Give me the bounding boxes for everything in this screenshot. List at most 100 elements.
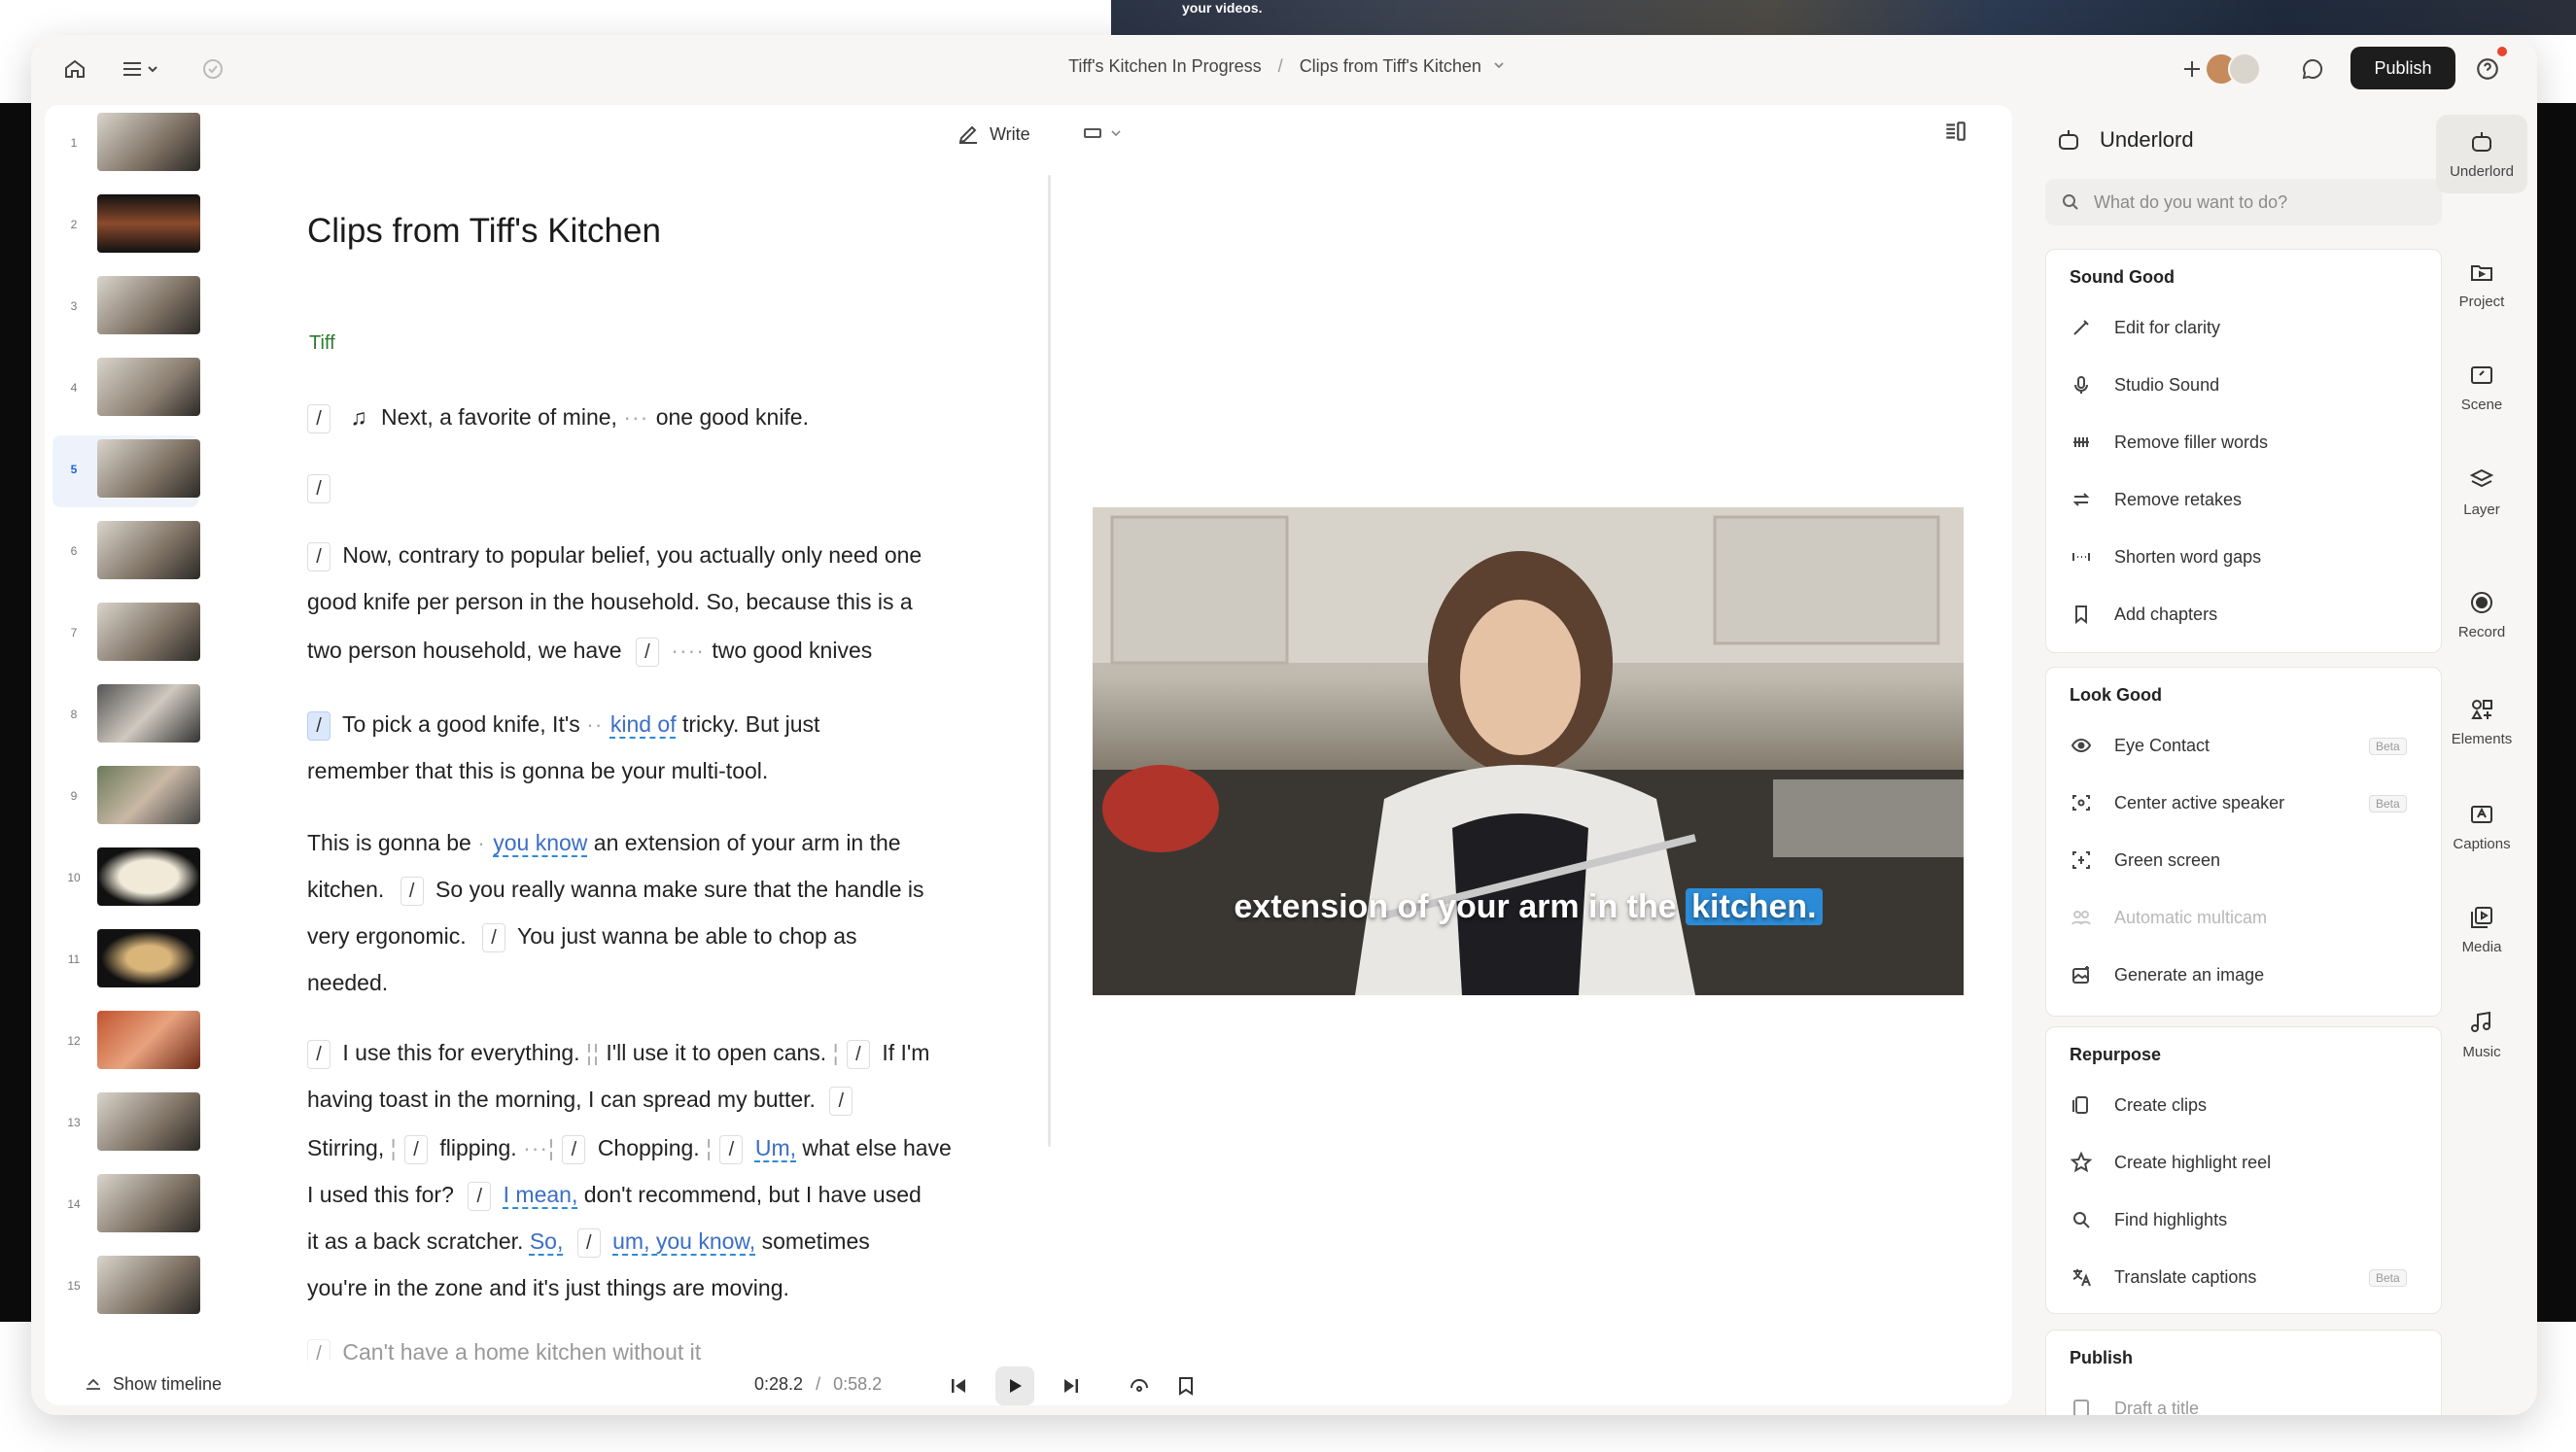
transcript-line[interactable]: remember that this is gonna be your mult… <box>307 758 768 784</box>
rail-project[interactable]: Project <box>2426 259 2537 310</box>
scene-thumb-6[interactable]: 6 <box>52 517 200 589</box>
breadcrumb-composition[interactable]: Clips from Tiff's Kitchen <box>1300 56 1481 76</box>
studio-sound-item[interactable]: Studio Sound <box>2070 373 2219 397</box>
doc-title[interactable]: Clips from Tiff's Kitchen <box>307 212 661 251</box>
gap-marker[interactable]: ¦ <box>391 1135 404 1160</box>
transcript-text[interactable]: I used this for? <box>307 1182 454 1207</box>
loop-button[interactable] <box>1120 1366 1159 1405</box>
gap-marker[interactable]: ¦¦ <box>586 1040 600 1065</box>
comment-icon[interactable] <box>2298 54 2327 84</box>
transcript-text[interactable]: Next, a favorite of mine, <box>381 404 617 430</box>
scene-break-marker[interactable]: / <box>846 1040 870 1069</box>
transcript-line[interactable]: I used this for? / I mean, don't recomme… <box>307 1182 922 1211</box>
gap-marker[interactable]: ¦ <box>833 1040 847 1065</box>
transcript-text[interactable]: one good knife. <box>656 404 809 430</box>
translate-captions-item[interactable]: Translate captions <box>2070 1265 2256 1289</box>
transcript-line[interactable]: good knife per person in the household. … <box>307 589 913 615</box>
transcript-text[interactable]: Chopping. <box>598 1135 700 1160</box>
scene-thumb-1[interactable]: 1 <box>52 109 200 181</box>
transcript-line[interactable]: having toast in the morning, I can sprea… <box>307 1087 858 1116</box>
transcript-line[interactable]: / To pick a good knife, It's ·· kind of … <box>307 711 819 741</box>
transcript-text[interactable]: So you really wanna make sure that the h… <box>435 877 923 902</box>
write-button[interactable]: Write <box>957 122 1030 146</box>
transcript-text[interactable]: needed. <box>307 970 388 995</box>
panel-divider[interactable] <box>1048 175 1051 1147</box>
transcript-text[interactable]: sometimes <box>762 1228 870 1254</box>
transcript-text[interactable]: remember that this is gonna be your mult… <box>307 758 768 783</box>
transcript-text[interactable]: very ergonomic. <box>307 923 467 949</box>
scene-break-marker[interactable]: / <box>307 711 331 741</box>
rail-underlord[interactable]: Underlord <box>2436 115 2527 193</box>
transcript-line[interactable]: Stirring, ¦ / flipping. ···¦ / Chopping.… <box>307 1135 952 1164</box>
rail-captions[interactable]: Captions <box>2426 801 2537 852</box>
collaborators[interactable] <box>2181 51 2279 87</box>
transcript-text[interactable]: flipping. <box>439 1135 516 1160</box>
filler-word[interactable]: you know <box>493 830 587 855</box>
transcript-text[interactable]: two good knives <box>712 638 872 663</box>
gap-marker[interactable]: ···¦ <box>523 1135 562 1160</box>
help-icon[interactable] <box>2473 54 2502 84</box>
show-timeline-button[interactable]: Show timeline <box>84 1374 222 1395</box>
scene-break-marker[interactable]: / <box>307 1339 331 1361</box>
scene-thumb-11[interactable]: 11 <box>52 925 200 997</box>
scene-break-marker[interactable]: / <box>829 1087 853 1116</box>
draft-title-item[interactable]: Draft a title <box>2070 1397 2199 1415</box>
create-clips-item[interactable]: Create clips <box>2070 1093 2207 1117</box>
scene-thumb-10[interactable]: 10 <box>52 844 200 916</box>
scene-thumb-9[interactable]: 9 <box>52 762 200 834</box>
remove-filler-words-item[interactable]: Remove filler words <box>2070 431 2268 454</box>
transcript-line[interactable]: you're in the zone and it's just things … <box>307 1275 789 1301</box>
scene-break-marker[interactable]: / <box>400 877 424 906</box>
scene-thumb-13[interactable]: 13 <box>52 1089 200 1160</box>
scene-break-marker[interactable]: / <box>307 474 331 503</box>
filler-word[interactable]: Um, <box>755 1135 796 1160</box>
transcript-text[interactable]: I'll use it to open cans. <box>606 1040 826 1065</box>
transcript-line[interactable]: very ergonomic. / You just wanna be able… <box>307 923 857 952</box>
scene-break-marker[interactable]: / <box>468 1182 492 1211</box>
transcript-line[interactable]: / Now, contrary to popular belief, you a… <box>307 542 922 571</box>
center-active-speaker-item[interactable]: Center active speaker <box>2070 791 2284 814</box>
transcript-text[interactable]: what else have <box>802 1135 951 1160</box>
scene-thumb-15[interactable]: 15 <box>52 1252 200 1324</box>
scene-break-marker[interactable]: / <box>482 923 506 952</box>
scene-break-marker[interactable]: / <box>307 404 331 433</box>
filler-word[interactable]: kind of <box>610 711 677 737</box>
play-button[interactable] <box>995 1366 1034 1405</box>
scene-break-marker[interactable]: / <box>404 1135 429 1164</box>
transcript-text[interactable]: you're in the zone and it's just things … <box>307 1275 789 1300</box>
chevron-down-icon[interactable] <box>1492 58 1506 72</box>
transcript-line[interactable]: / I use this for everything. ¦¦ I'll use… <box>307 1040 929 1069</box>
transcript-line[interactable]: it as a back scratcher. So, / um, you kn… <box>307 1228 870 1258</box>
generate-an-image-item[interactable]: Generate an image <box>2070 963 2264 986</box>
scene-thumb-12[interactable]: 12 <box>52 1007 200 1079</box>
transcript-text[interactable]: If I'm <box>882 1040 929 1065</box>
automatic-multicam-item[interactable]: Automatic multicam <box>2070 906 2267 929</box>
transcript-text[interactable]: Can't have a home kitchen without it <box>342 1339 701 1361</box>
video-preview[interactable]: extension of your arm in the kitchen. <box>1093 507 1964 995</box>
bookmark-button[interactable] <box>1166 1366 1205 1405</box>
transcript-line[interactable]: / ♫ Next, a favorite of mine, ··· one go… <box>307 404 809 433</box>
scene-break-marker[interactable]: / <box>562 1135 586 1164</box>
transcript-line[interactable]: / <box>307 474 336 503</box>
transcript-text[interactable]: an extension of your arm in the <box>594 830 901 855</box>
skip-back-button[interactable] <box>939 1366 978 1405</box>
avatar[interactable] <box>2228 52 2261 86</box>
scene-break-marker[interactable]: / <box>307 542 331 571</box>
scene-break-marker[interactable]: / <box>576 1228 601 1258</box>
scene-thumb-4[interactable]: 4 <box>52 354 200 426</box>
find-highlights-item[interactable]: Find highlights <box>2070 1208 2227 1231</box>
transcript-line[interactable]: kitchen. / So you really wanna make sure… <box>307 877 924 906</box>
transcript-line[interactable]: / Can't have a home kitchen without it <box>307 1339 701 1361</box>
remove-retakes-item[interactable]: Remove retakes <box>2070 488 2242 511</box>
layout-selector[interactable] <box>1083 126 1122 140</box>
rail-scene[interactable]: Scene <box>2426 362 2537 413</box>
scene-thumb-8[interactable]: 8 <box>52 680 200 752</box>
eye-contact-item[interactable]: Eye Contact <box>2070 734 2210 757</box>
skip-forward-button[interactable] <box>1052 1366 1091 1405</box>
filler-word[interactable]: I mean, <box>504 1182 578 1207</box>
green-screen-item[interactable]: Green screen <box>2070 848 2220 872</box>
breadcrumb-project[interactable]: Tiff's Kitchen In Progress <box>1068 56 1262 76</box>
scene-thumb-3[interactable]: 3 <box>52 272 200 344</box>
transcript-text[interactable]: two person household, we have <box>307 638 622 663</box>
publish-button[interactable]: Publish <box>2350 47 2455 89</box>
